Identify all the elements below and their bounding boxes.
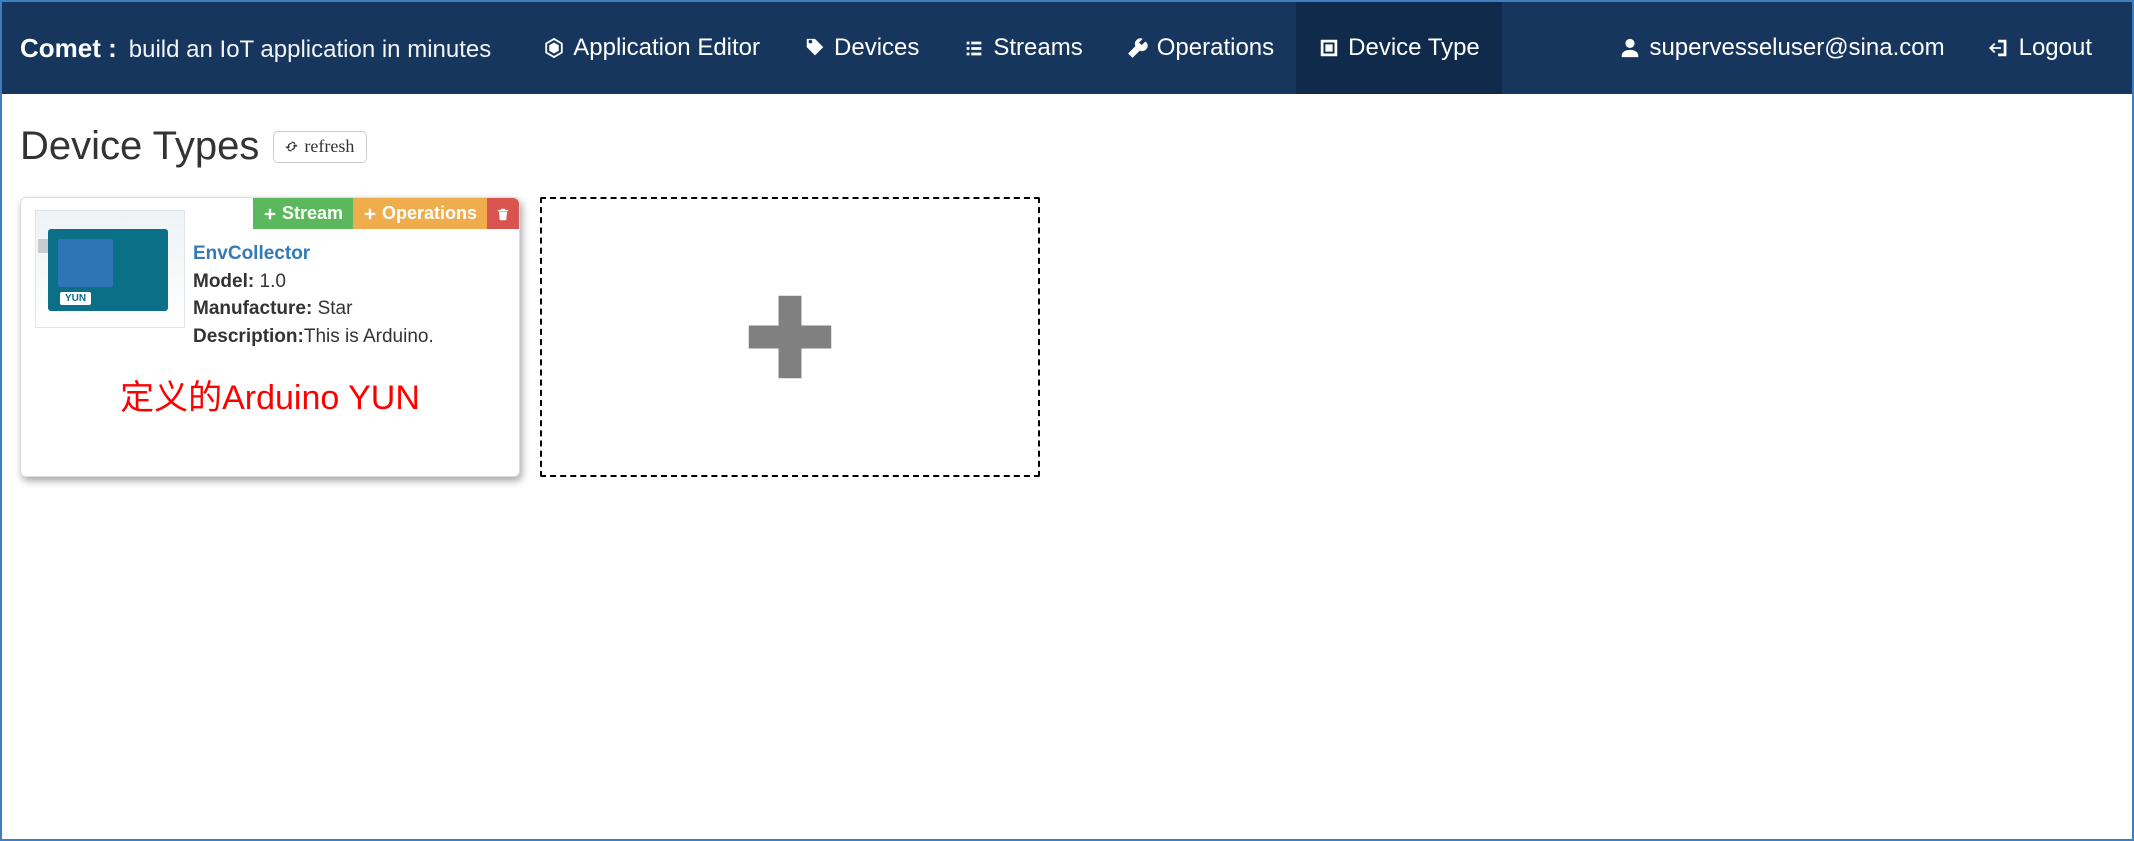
device-thumbnail [35, 210, 185, 328]
operations-label: Operations [382, 203, 477, 224]
device-model: Model: 1.0 [193, 268, 434, 296]
device-name: EnvCollector [193, 240, 434, 268]
nav-label: Operations [1157, 34, 1274, 62]
brand-name: Comet : [20, 33, 117, 64]
add-stream-button[interactable]: Stream [253, 198, 353, 229]
nav-label: Device Type [1348, 34, 1480, 62]
manufacture-value: Star [318, 298, 353, 319]
add-device-type-card[interactable] [540, 197, 1040, 477]
wrench-icon [1127, 37, 1149, 59]
hexagon-icon [543, 37, 565, 59]
user-icon [1619, 37, 1641, 59]
nav-devices[interactable]: Devices [782, 2, 941, 94]
nav-label: Devices [834, 34, 919, 62]
card-caption: 定义的Arduino YUN [21, 370, 519, 419]
brand: Comet : build an IoT application in minu… [20, 33, 491, 64]
cards-row: Stream Operations EnvCollector [20, 197, 2114, 477]
manufacture-label: Manufacture: [193, 298, 312, 319]
page-title: Device Types [20, 124, 259, 169]
refresh-icon [284, 139, 299, 154]
trash-icon [496, 207, 510, 221]
card-actions: Stream Operations [253, 198, 519, 229]
nav-items: Application Editor Devices Streams Opera… [521, 2, 1502, 94]
card-info: EnvCollector Model: 1.0 Manufacture: Sta… [193, 210, 434, 350]
logout-label: Logout [2019, 34, 2092, 62]
add-operations-button[interactable]: Operations [353, 198, 487, 229]
plus-icon [735, 282, 845, 392]
device-type-icon [1318, 37, 1340, 59]
refresh-button[interactable]: refresh [273, 131, 367, 163]
nav-device-type[interactable]: Device Type [1296, 2, 1502, 94]
plus-icon [363, 207, 377, 221]
nav-label: Streams [993, 34, 1082, 62]
logout-icon [1989, 37, 2011, 59]
list-icon [963, 37, 985, 59]
model-value: 1.0 [260, 271, 286, 292]
device-description: Description:This is Arduino. [193, 323, 434, 351]
nav-logout[interactable]: Logout [1967, 34, 2114, 62]
page-title-row: Device Types refresh [20, 124, 2114, 169]
device-card[interactable]: Stream Operations EnvCollector [20, 197, 520, 477]
page-body: Device Types refresh Stream Operations [2, 94, 2132, 507]
device-manufacture: Manufacture: Star [193, 295, 434, 323]
nav-label: Application Editor [573, 34, 760, 62]
plus-icon [263, 207, 277, 221]
navbar: Comet : build an IoT application in minu… [2, 2, 2132, 94]
user-email: supervesseluser@sina.com [1649, 34, 1944, 62]
nav-streams[interactable]: Streams [941, 2, 1104, 94]
description-label: Description: [193, 326, 304, 347]
description-value: This is Arduino. [304, 326, 434, 347]
tag-icon [804, 37, 826, 59]
nav-application-editor[interactable]: Application Editor [521, 2, 782, 94]
refresh-label: refresh [304, 136, 354, 157]
delete-button[interactable] [487, 198, 519, 229]
nav-user[interactable]: supervesseluser@sina.com [1597, 34, 1966, 62]
nav-operations[interactable]: Operations [1105, 2, 1296, 94]
model-label: Model: [193, 271, 254, 292]
stream-label: Stream [282, 203, 343, 224]
brand-tagline: build an IoT application in minutes [129, 36, 491, 64]
